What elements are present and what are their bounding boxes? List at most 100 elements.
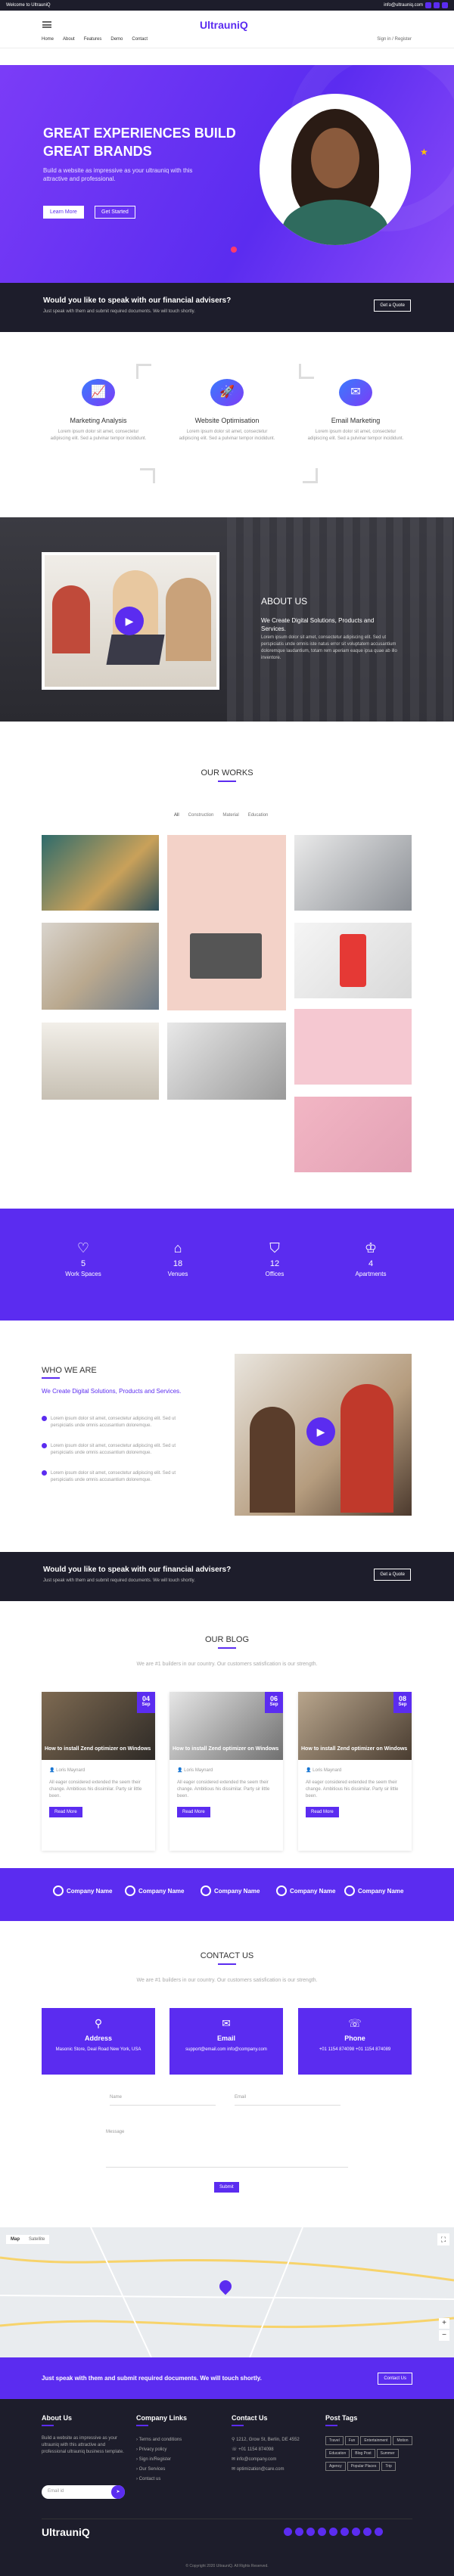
work-pink-laptop-image[interactable] — [294, 1097, 412, 1172]
blog-image[interactable]: 06 Sep How to install Zend optimizer on W… — [169, 1692, 283, 1760]
get-quote-button[interactable]: Get a Quote — [374, 1569, 411, 1581]
blog-image[interactable]: 04 Sep How to install Zend optimizer on W… — [42, 1692, 155, 1760]
signin-link[interactable]: Sign in / Register — [377, 37, 412, 42]
read-more-button[interactable]: Read More — [306, 1807, 339, 1817]
footer-link[interactable]: › Privacy policy — [136, 2445, 182, 2455]
logo[interactable]: UltrauniQ — [200, 19, 248, 31]
rss-icon[interactable] — [375, 2528, 383, 2536]
partner-logo[interactable]: Company Name — [53, 1885, 112, 1896]
pinterest-icon[interactable] — [340, 2528, 349, 2536]
linkedin-icon[interactable] — [306, 2528, 315, 2536]
get-quote-button[interactable]: Get a Quote — [374, 299, 411, 312]
tag[interactable]: Summer — [376, 2449, 399, 2458]
work-phone-image[interactable] — [294, 923, 412, 998]
hamburger-icon[interactable] — [42, 21, 51, 28]
message-field[interactable]: Message — [106, 2130, 348, 2168]
nav-features[interactable]: Features — [84, 37, 102, 42]
tag[interactable]: Agency — [325, 2462, 346, 2471]
map-embed[interactable]: Map Satellite ⛶ + − — [0, 2227, 454, 2357]
blog-post-title[interactable]: How to install Zend optimizer on Windows — [173, 1746, 278, 1752]
tag[interactable]: Blog Post — [351, 2449, 375, 2458]
nav-demo[interactable]: Demo — [110, 37, 123, 42]
chart-icon: 📈 — [82, 379, 115, 406]
work-tools-image-2[interactable] — [42, 923, 159, 1010]
nav-contact[interactable]: Contact — [132, 37, 148, 42]
submit-button[interactable]: Submit — [214, 2182, 239, 2193]
footer-contact-item: ✉ optimization@care.com — [232, 2467, 285, 2472]
satellite-tab[interactable]: Satellite — [24, 2235, 49, 2244]
work-desk-image[interactable] — [167, 1023, 286, 1100]
email-field[interactable]: Email — [235, 2095, 340, 2106]
company-icon — [276, 1885, 287, 1896]
tag[interactable]: Travel — [325, 2436, 344, 2445]
work-laptop-pink-image[interactable] — [167, 835, 286, 1010]
footer-logo[interactable]: UltrauniQ — [42, 2526, 90, 2538]
footer-link[interactable]: › Our Services — [136, 2465, 182, 2475]
filter-material[interactable]: Material — [222, 813, 238, 818]
feature-card: 📈 Marketing Analysis Lorem ipsum dolor s… — [49, 379, 148, 442]
filter-construction[interactable]: Construction — [188, 813, 214, 818]
learn-more-button[interactable]: Learn More — [43, 206, 84, 219]
partner-logo[interactable]: Company Name — [201, 1885, 260, 1896]
filter-education[interactable]: Education — [248, 813, 269, 818]
twitter-icon[interactable] — [434, 2, 440, 8]
blog-excerpt: All eager considered extended the seem t… — [49, 1780, 142, 1799]
read-more-button[interactable]: Read More — [177, 1807, 210, 1817]
work-laptop-image[interactable] — [294, 835, 412, 911]
tag[interactable]: Popular Places — [347, 2462, 381, 2471]
contact-box-title: Address — [84, 2034, 112, 2042]
blog-post-title[interactable]: How to install Zend optimizer on Windows — [301, 1746, 407, 1752]
stat-label: Offices — [265, 1271, 285, 1277]
work-office-image[interactable] — [42, 1023, 159, 1100]
stat-number: 12 — [269, 1259, 280, 1268]
send-icon[interactable]: ➤ — [111, 2485, 125, 2499]
blog-author: 👤 Loris Maynard — [177, 1768, 213, 1773]
subscribe-input[interactable]: Email id ➤ — [42, 2485, 125, 2499]
facebook-icon[interactable] — [284, 2528, 292, 2536]
play-video-button[interactable]: ▶ — [115, 607, 144, 635]
tag[interactable]: Trip — [381, 2462, 396, 2471]
partner-logo[interactable]: Company Name — [125, 1885, 184, 1896]
footer-link[interactable]: › Sign in/Register — [136, 2455, 182, 2465]
play-video-button[interactable]: ▶ — [306, 1417, 335, 1446]
topbar-email[interactable]: info@ultrauniq.com — [384, 3, 423, 8]
partner-logo[interactable]: Company Name — [276, 1885, 335, 1896]
map-tab[interactable]: Map — [6, 2235, 24, 2244]
work-notebook-image[interactable] — [294, 1009, 412, 1085]
footer-social — [284, 2528, 383, 2536]
name-field[interactable]: Name — [110, 2095, 216, 2106]
contact-box-phone: ☏ Phone +01 1154 874098 +01 1154 874089 — [298, 2008, 412, 2075]
blog-image[interactable]: 08 Sep How to install Zend optimizer on W… — [298, 1692, 412, 1760]
nav-home[interactable]: Home — [42, 37, 54, 42]
filter-all[interactable]: All — [174, 813, 179, 818]
advisor-band: Would you like to speak with our financi… — [0, 283, 454, 332]
footer-link[interactable]: › Terms and conditions — [136, 2435, 182, 2445]
crown-icon: ♔ — [364, 1240, 378, 1255]
nav-about[interactable]: About — [63, 37, 75, 42]
corner-decor — [136, 364, 151, 379]
about-section: ▶ ABOUT US We Create Digital Solutions, … — [0, 517, 454, 722]
tag[interactable]: Education — [325, 2449, 350, 2458]
get-started-button[interactable]: Get Started — [95, 206, 135, 219]
vimeo-icon[interactable] — [352, 2528, 360, 2536]
blog-post-title[interactable]: How to install Zend optimizer on Windows — [45, 1746, 151, 1752]
work-tools-image[interactable] — [42, 835, 159, 911]
tag[interactable]: Entertainment — [360, 2436, 392, 2445]
zoom-out-button[interactable]: − — [439, 2330, 449, 2341]
facebook-icon[interactable] — [425, 2, 431, 8]
twitter-icon[interactable] — [295, 2528, 303, 2536]
partner-logo[interactable]: Company Name — [344, 1885, 403, 1896]
linkedin-icon[interactable] — [442, 2, 448, 8]
tag[interactable]: Motion — [393, 2436, 412, 2445]
stat-number: 4 — [368, 1259, 374, 1268]
zoom-in-button[interactable]: + — [439, 2318, 449, 2329]
fullscreen-icon[interactable]: ⛶ — [437, 2233, 449, 2245]
tag[interactable]: Fun — [344, 2436, 359, 2445]
instagram-icon[interactable] — [318, 2528, 326, 2536]
read-more-button[interactable]: Read More — [49, 1807, 82, 1817]
google-icon[interactable] — [363, 2528, 372, 2536]
contact-us-button[interactable]: Contact Us — [378, 2373, 412, 2385]
who-list-item: Lorem ipsum dolor sit amet, consectetur … — [42, 1470, 193, 1484]
footer-link[interactable]: › Contact us — [136, 2475, 182, 2484]
youtube-icon[interactable] — [329, 2528, 337, 2536]
